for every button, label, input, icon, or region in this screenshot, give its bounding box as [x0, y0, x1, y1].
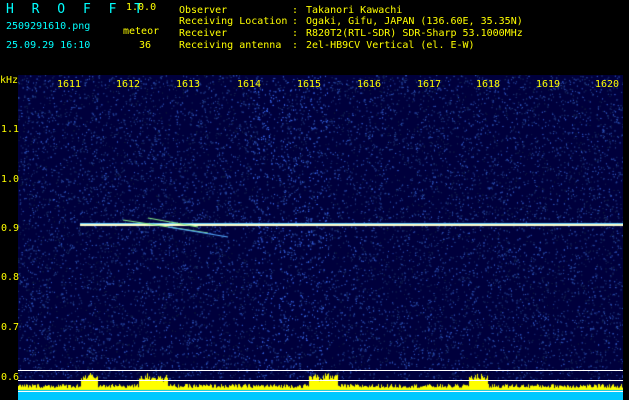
y-axis-unit: kHz	[0, 75, 19, 86]
info-receiver-value: R820T2(RTL-SDR) SDR-Sharp 53.1000MHz	[306, 28, 523, 39]
time-tick: 1617	[416, 79, 442, 90]
time-tick: 1619	[535, 79, 561, 90]
header-panel: H R O F F T 1.0.0 2509291610.png meteor …	[0, 0, 629, 75]
time-tick: 1612	[115, 79, 141, 90]
info-receiver-key: Receiver	[179, 28, 228, 39]
datetime: 25.09.29 16:10	[6, 40, 91, 51]
freq-tick: 1.0	[1, 174, 20, 185]
info-location-key: Receiving Location	[179, 16, 288, 27]
meteor-label: meteor	[123, 26, 160, 37]
time-tick: 1620	[594, 79, 620, 90]
time-tick: 1613	[175, 79, 201, 90]
freq-tick: 0.6	[1, 372, 20, 383]
info-antenna-value: 2el-HB9CV Vertical (el. E-W)	[306, 40, 475, 51]
info-observer-key: Observer	[179, 5, 228, 16]
freq-tick: 0.7	[1, 322, 20, 333]
file-name: 2509291610.png	[6, 21, 91, 32]
spectrogram-canvas	[18, 75, 623, 400]
meteor-count: 36	[139, 40, 152, 51]
info-colon: :	[292, 28, 299, 39]
info-colon: :	[292, 40, 299, 51]
info-location-value: Ogaki, Gifu, JAPAN (136.60E, 35.35N)	[306, 16, 523, 27]
app-version: 1.0.0	[126, 2, 157, 13]
info-observer-value: Takanori Kawachi	[306, 5, 403, 16]
time-tick: 1614	[236, 79, 262, 90]
noise-band-line-top	[18, 370, 623, 371]
info-colon: :	[292, 16, 299, 27]
time-tick: 1616	[356, 79, 382, 90]
freq-tick: 0.8	[1, 272, 20, 283]
info-colon: :	[292, 5, 299, 16]
time-tick: 1615	[296, 79, 322, 90]
time-tick: 1618	[475, 79, 501, 90]
noise-band-line-mid	[18, 380, 623, 381]
time-tick: 1611	[56, 79, 82, 90]
freq-tick: 0.9	[1, 223, 20, 234]
info-antenna-key: Receiving antenna	[179, 40, 282, 51]
freq-tick: 1.1	[1, 124, 20, 135]
noise-band-line-bottom	[18, 391, 623, 392]
